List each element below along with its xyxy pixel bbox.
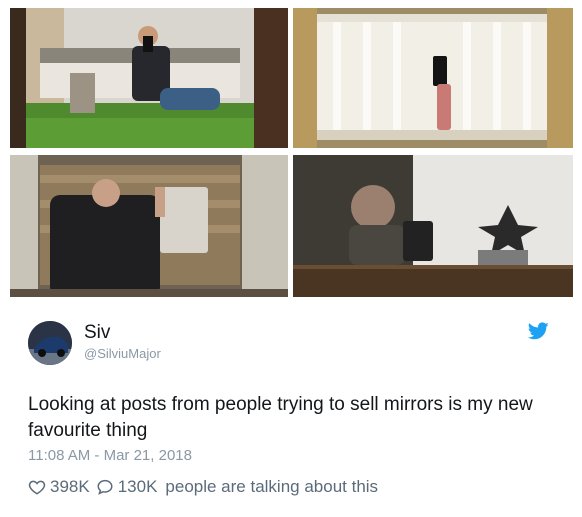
- avatar[interactable]: [28, 321, 72, 365]
- handle[interactable]: @SilviuMajor: [84, 346, 161, 361]
- timestamp[interactable]: 11:08 AM - Mar 21, 2018: [28, 447, 192, 464]
- tweet-text: Looking at posts from people trying to s…: [28, 394, 533, 441]
- display-name[interactable]: Siv: [84, 322, 110, 344]
- twitter-bird-icon[interactable]: [528, 322, 549, 340]
- reply-count: 130K: [117, 477, 158, 496]
- mirror-photo-woman-phone[interactable]: [293, 155, 573, 297]
- tweet-actions: 398K 130K people are talking about this: [28, 476, 378, 498]
- mirror-photo-man-tablet[interactable]: [10, 155, 288, 297]
- mirror-photo-staircase[interactable]: [293, 8, 573, 148]
- like-count: 398K: [50, 477, 90, 496]
- like-action[interactable]: 398K: [28, 477, 90, 497]
- heart-icon: [28, 480, 46, 495]
- reply-action[interactable]: 130K: [96, 477, 158, 497]
- speech-bubble-icon: [97, 479, 113, 495]
- mirror-photo-living-room[interactable]: [10, 8, 288, 148]
- talking-about-label[interactable]: people are talking about this: [165, 477, 378, 497]
- tweet-card: Siv @SilviuMajor Looking at posts from p…: [0, 0, 582, 517]
